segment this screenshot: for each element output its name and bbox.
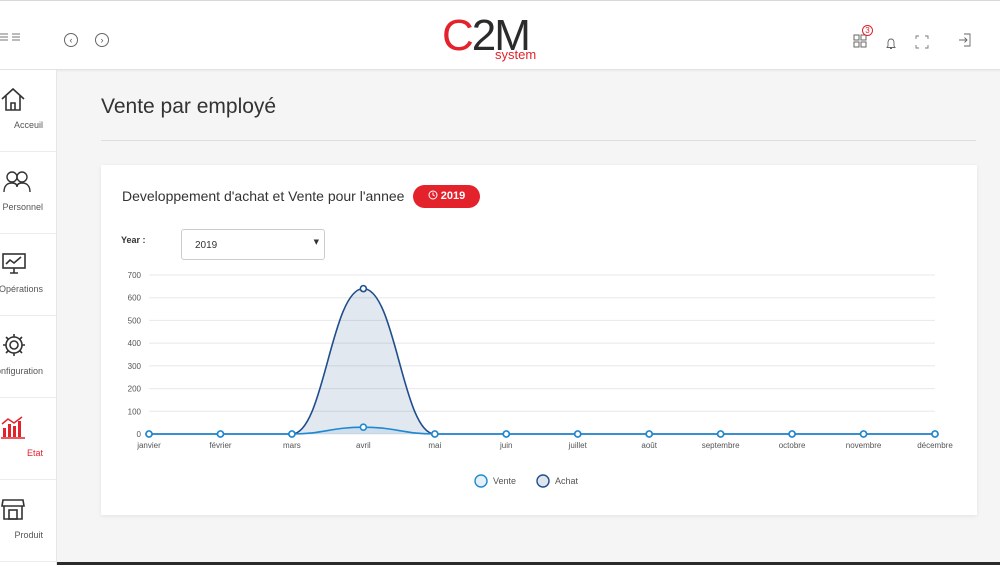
data-point-vente (716, 430, 725, 438)
data-point-vente (645, 430, 653, 438)
series-area-vente (149, 427, 935, 434)
grid-icon[interactable] (853, 33, 867, 52)
sidebar-item-produit[interactable]: Produit (0, 480, 56, 562)
series-line-vente (149, 426, 935, 435)
chevron-left-circle-icon[interactable]: ‹ (64, 33, 78, 47)
x-tick-label: septembre (702, 441, 740, 450)
legend-marker (474, 474, 488, 488)
gear-icon (1, 332, 27, 358)
list-icon[interactable] (0, 31, 22, 46)
logo-subtitle: system (495, 47, 537, 62)
sidebar-item-operations[interactable]: Opérations (0, 234, 56, 316)
store-icon (0, 496, 26, 522)
data-point-vente (788, 430, 796, 438)
legend-marker (536, 474, 550, 488)
monitor-icon (1, 250, 27, 276)
sidebar-item-configuration[interactable]: Configuration (0, 316, 56, 398)
line-chart: 0 100 200 300 400 500 600 700 janvier février mar… (128, 271, 953, 488)
x-tick-label: juin (499, 441, 512, 450)
y-tick-label: 500 (128, 316, 142, 325)
legend-label: Achat (555, 476, 579, 486)
legend-label: Vente (493, 476, 516, 486)
series-line-achat (149, 287, 935, 435)
x-tick-label: décembre (917, 441, 953, 450)
divider (101, 140, 976, 141)
sidebar-item-acceuil[interactable]: Acceuil (0, 70, 56, 152)
y-tick-label: 700 (128, 271, 142, 280)
y-tick-label: 200 (128, 385, 142, 394)
logo[interactable]: C2M system (442, 13, 552, 63)
sidebar: Acceuil Personnel Opérations Configurati… (0, 70, 57, 565)
data-point-vente (288, 430, 296, 438)
y-tick-label: 600 (128, 294, 142, 303)
x-tick-label: octobre (779, 441, 806, 450)
chevron-right-circle-icon[interactable]: › (95, 33, 109, 47)
y-tick-label: 100 (128, 407, 142, 416)
x-tick-label: novembre (846, 441, 882, 450)
x-tick-label: août (641, 441, 657, 450)
x-tick-label: juillet (568, 441, 588, 450)
data-point-vente (573, 430, 582, 438)
bell-icon[interactable] (885, 35, 897, 54)
sign-out-icon[interactable] (958, 32, 972, 51)
data-point-vente (931, 430, 939, 438)
y-tick-label: 0 (137, 430, 142, 439)
top-bar: ‹ › C2M system 3 (0, 0, 1000, 70)
data-point-vente (859, 430, 868, 438)
expand-icon[interactable] (915, 34, 929, 53)
users-icon (2, 168, 31, 194)
data-point-vente (431, 430, 439, 438)
x-tick-label: mars (283, 441, 301, 450)
data-point-achat (359, 284, 368, 293)
x-tick-label: février (209, 441, 232, 450)
x-tick-label: mai (428, 441, 441, 450)
x-tick-label: avril (356, 441, 371, 450)
data-point-vente (216, 430, 225, 438)
y-tick-label: 300 (128, 362, 142, 371)
sidebar-item-personnel[interactable]: Personnel (0, 152, 56, 234)
sidebar-item-etat[interactable]: Etat (0, 398, 56, 480)
notification-badge: 3 (862, 25, 873, 36)
home-icon (0, 86, 26, 112)
bar-chart-icon (0, 414, 26, 440)
series-area-achat (149, 288, 935, 434)
page-title: Vente par employé (101, 95, 277, 118)
chart-card: Developpement d'achat et Vente pour l'an… (101, 165, 977, 515)
data-point-vente (359, 423, 368, 431)
y-tick-label: 400 (128, 339, 142, 348)
data-point-vente (145, 430, 153, 438)
data-point-vente (502, 430, 511, 438)
x-tick-label: janvier (136, 441, 161, 450)
